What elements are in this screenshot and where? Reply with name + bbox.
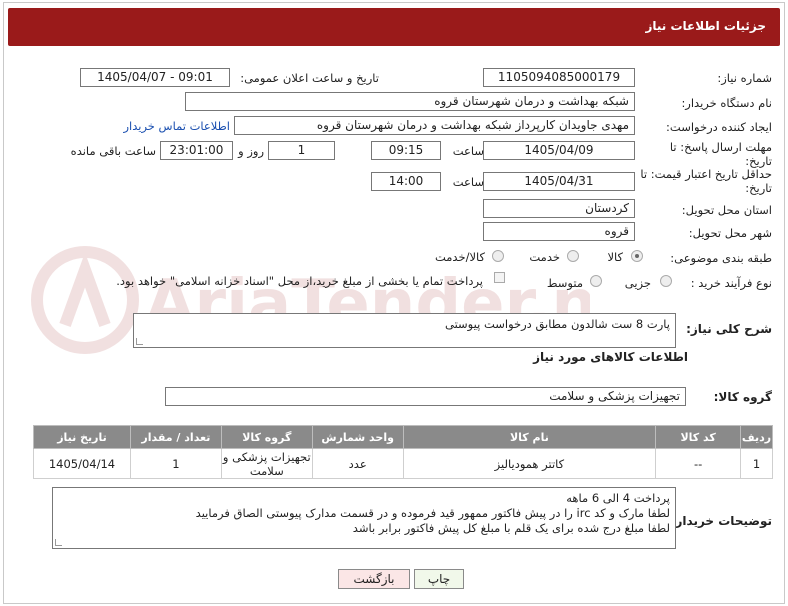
days-field: 1 (268, 141, 335, 160)
description-textarea[interactable]: پارت 8 ست شالدون مطابق درخواست پیوستی (133, 313, 676, 348)
category-goods-service-label: کالا/خدمت (434, 250, 485, 264)
deadline-time-label: ساعت (452, 144, 484, 158)
goods-table: ردیف کد کالا نام کالا واحد شمارش گروه کا… (33, 425, 773, 479)
cell-qty: 1 (129, 448, 222, 479)
buyer-org-field: شبکه بهداشت و درمان شهرستان قروه (185, 92, 635, 111)
col-qty: تعداد / مقدار (129, 425, 222, 449)
category-service-radio[interactable] (567, 250, 579, 262)
page-title: جزئیات اطلاعات نیاز (645, 19, 766, 33)
description-label: شرح کلی نیاز: (686, 322, 772, 336)
remaining-time-field: 23:01:00 (160, 141, 233, 160)
category-goods-radio[interactable] (631, 250, 643, 262)
category-service-label: خدمت (529, 250, 560, 264)
buyer-notes-line-1: پرداخت 4 الی 6 ماهه (566, 491, 670, 505)
col-name: نام کالا (402, 425, 657, 449)
process-minor-label: جزیی (624, 276, 651, 290)
buyer-notes-line-3: لطفا مبلغ درج شده برای یک قلم با مبلغ کل… (352, 521, 670, 535)
buyer-org-label: نام دستگاه خریدار: (681, 96, 772, 110)
print-button[interactable]: چاپ (414, 569, 464, 589)
category-goods-service-radio[interactable] (492, 250, 504, 262)
buyer-notes-label: توضیحات خریدار: (670, 514, 772, 528)
treasury-payment-note: پرداخت تمام یا بخشی از مبلغ خرید،از محل … (116, 274, 483, 288)
province-field: کردستان (483, 199, 635, 218)
cell-unit: عدد (311, 448, 404, 479)
city-field: قروه (483, 222, 635, 241)
need-number-field: 1105094085000179 (483, 68, 635, 87)
col-date: تاریخ نیاز (33, 425, 131, 449)
treasury-payment-checkbox[interactable] (494, 272, 505, 283)
page-header: جزئیات اطلاعات نیاز (8, 8, 780, 46)
description-text: پارت 8 ست شالدون مطابق درخواست پیوستی (444, 317, 670, 331)
announce-field: 1405/04/07 - 09:01 (80, 68, 230, 87)
goods-table-header: ردیف کد کالا نام کالا واحد شمارش گروه کا… (33, 425, 773, 449)
goods-group-field: تجهیزات پزشکی و سلامت (165, 387, 686, 406)
cell-code: -- (655, 448, 742, 479)
announce-label: تاریخ و ساعت اعلان عمومی: (240, 71, 379, 85)
remaining-label: ساعت باقی مانده (70, 144, 156, 158)
category-goods-label: کالا (607, 250, 623, 264)
cell-date: 1405/04/14 (33, 448, 131, 479)
buyer-contact-link[interactable]: اطلاعات تماس خریدار (123, 119, 230, 133)
col-unit: واحد شمارش (311, 425, 404, 449)
process-medium-radio[interactable] (590, 275, 602, 287)
process-label: نوع فرآیند خرید : (690, 276, 772, 290)
cell-name: کاتتر همودیالیز (402, 448, 657, 479)
process-minor-radio[interactable] (660, 275, 672, 287)
need-number-label: شماره نیاز: (717, 71, 772, 85)
deadline-date-field: 1405/04/09 (483, 141, 635, 160)
category-label: طبقه بندی موضوعی: (670, 251, 772, 265)
col-code: کد کالا (655, 425, 742, 449)
col-group: گروه کالا (220, 425, 313, 449)
price-validity-date-field: 1405/04/31 (483, 172, 635, 191)
city-label: شهر محل تحویل: (688, 226, 772, 240)
buyer-notes-textarea[interactable]: پرداخت 4 الی 6 ماهه لطفا مارک و کد irc ر… (52, 487, 676, 549)
cell-row: 1 (740, 448, 773, 479)
province-label: استان محل تحویل: (681, 203, 772, 217)
price-validity-time-field: 14:00 (371, 172, 441, 191)
resize-grip-icon[interactable] (55, 539, 62, 546)
deadline-time-field: 09:15 (371, 141, 441, 160)
cell-group: تجهیزات پزشکی و سلامت (220, 448, 313, 479)
price-validity-label: حداقل تاریخ اعتبار قیمت: تا تاریخ: (640, 167, 772, 195)
deadline-label: مهلت ارسال پاسخ: تا تاریخ: (669, 140, 772, 168)
days-label: روز و (238, 144, 264, 158)
resize-grip-icon[interactable] (136, 338, 143, 345)
back-button[interactable]: بازگشت (338, 569, 410, 589)
goods-section-title: اطلاعات کالاهای مورد نیاز (533, 350, 688, 364)
process-medium-label: متوسط (546, 276, 583, 290)
goods-group-label: گروه کالا: (713, 390, 772, 404)
col-row: ردیف (740, 425, 773, 449)
requester-field: مهدی جاویدان کارپرداز شبکه بهداشت و درما… (234, 116, 635, 135)
buyer-notes-line-2: لطفا مارک و کد irc را در پیش فاکتور ممهو… (195, 506, 670, 520)
price-validity-time-label: ساعت (452, 175, 484, 189)
requester-label: ایجاد کننده درخواست: (666, 120, 772, 134)
table-row: 1 -- کاتتر همودیالیز عدد تجهیزات پزشکی و… (33, 448, 773, 479)
